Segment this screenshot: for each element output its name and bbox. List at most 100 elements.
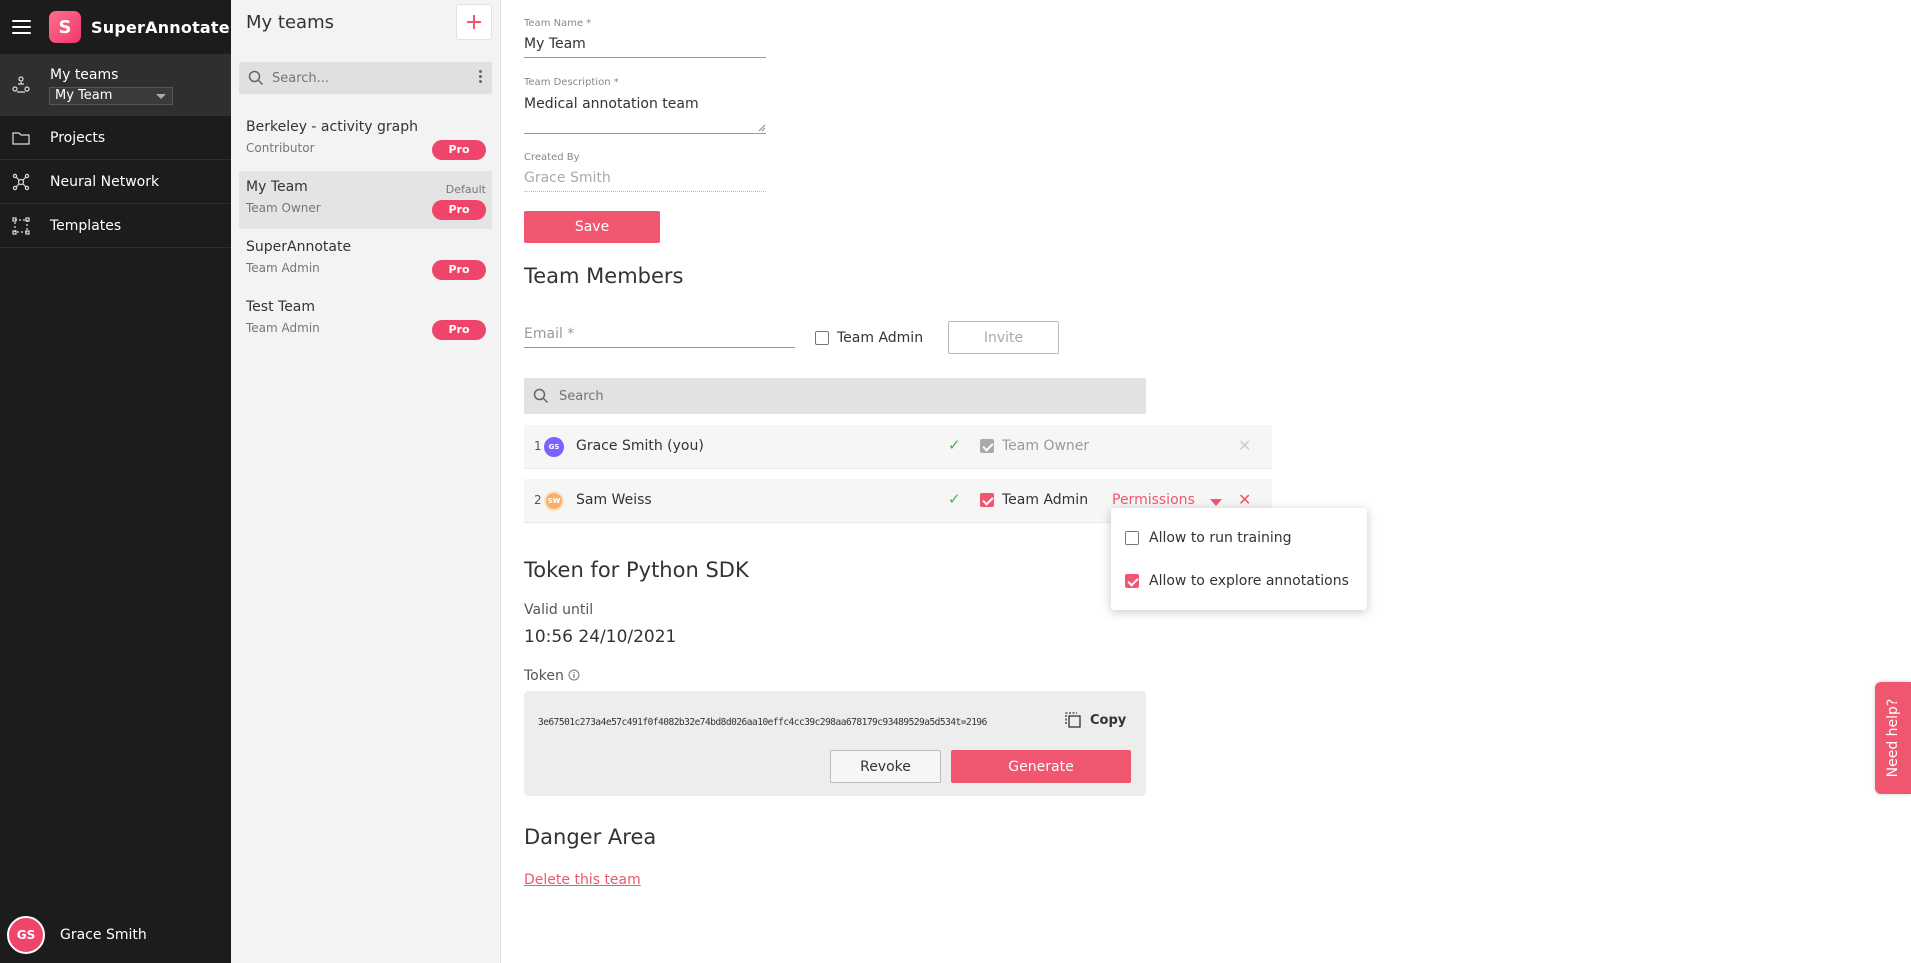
nav-label: Templates [50, 217, 122, 234]
main-nav: S SuperAnnotate My teams My Team Project… [0, 0, 231, 963]
invite-button[interactable]: Invite [948, 321, 1059, 354]
member-index: 1 [534, 439, 542, 453]
search-icon [248, 70, 264, 86]
teams-search [239, 62, 492, 94]
teams-search-input[interactable] [272, 70, 442, 86]
members-search-input[interactable] [559, 388, 959, 404]
nav-item-my-teams[interactable]: My teams My Team [0, 54, 231, 116]
team-select-value: My Team [55, 88, 113, 103]
team-select[interactable]: My Team [49, 87, 173, 105]
team-card-superannotate[interactable]: SuperAnnotate Team Admin Pro [239, 231, 492, 289]
token-box: 3e67501c273a4e57c491f0f4082b32e74bd8d026… [524, 691, 1146, 796]
team-members-title: Team Members [524, 264, 684, 288]
folder-icon [12, 131, 30, 145]
team-name: Berkeley - activity graph [246, 119, 418, 135]
generate-button[interactable]: Generate [951, 750, 1131, 783]
team-description-label: Team Description * [524, 77, 619, 88]
permission-checkbox[interactable] [1125, 574, 1139, 588]
role-checkbox [980, 439, 994, 453]
team-card-test-team[interactable]: Test Team Team Admin Pro [239, 291, 492, 349]
created-by-underline [524, 191, 766, 192]
email-field[interactable]: Email * [524, 326, 574, 342]
team-name: Test Team [246, 299, 316, 315]
need-help-label: Need help? [1885, 698, 1901, 778]
remove-member-icon: ✕ [1238, 436, 1252, 455]
info-icon[interactable] [568, 669, 580, 681]
nav-header: S SuperAnnotate [0, 0, 231, 54]
team-name-label: Team Name * [524, 18, 592, 29]
valid-until-value: 10:56 24/10/2021 [524, 627, 677, 647]
brand-name: SuperAnnotate [91, 17, 230, 37]
search-icon [533, 388, 549, 404]
created-by-value: Grace Smith [524, 170, 611, 186]
email-underline [524, 347, 795, 348]
avatar: GS [7, 916, 45, 954]
permission-label: Allow to explore annotations [1149, 573, 1349, 589]
copy-icon [1065, 712, 1081, 728]
plus-icon [467, 15, 481, 29]
created-by-label: Created By [524, 152, 580, 163]
nav-label: Projects [50, 129, 106, 146]
permission-option-run-training[interactable]: Allow to run training [1125, 528, 1292, 548]
team-card-berkeley[interactable]: Berkeley - activity graph Contributor Pr… [239, 111, 492, 169]
pro-badge: Pro [432, 320, 486, 340]
members-search [524, 378, 1146, 414]
role-checkbox[interactable] [980, 493, 994, 507]
danger-title: Danger Area [524, 825, 657, 849]
check-icon: ✓ [948, 490, 961, 508]
nav-item-projects[interactable]: Projects [0, 116, 231, 160]
pro-badge: Pro [432, 140, 486, 160]
add-team-button[interactable] [456, 4, 492, 40]
nav-item-templates[interactable]: Templates [0, 204, 231, 248]
delete-team-link[interactable]: Delete this team [524, 872, 641, 888]
need-help-button[interactable]: Need help? [1875, 682, 1911, 794]
member-name: Grace Smith (you) [576, 438, 704, 454]
token-value: 3e67501c273a4e57c491f0f4082b32e74bd8d026… [538, 717, 987, 728]
valid-until-label: Valid until [524, 602, 594, 618]
team-settings: Team Name * My Team Team Description * M… [502, 0, 1911, 963]
permission-checkbox[interactable] [1125, 531, 1139, 545]
default-label: Default [445, 183, 486, 196]
team-admin-label: Team Admin [837, 330, 924, 346]
copy-button[interactable]: Copy [1064, 711, 1126, 729]
permissions-popover: Allow to run training Allow to explore a… [1111, 508, 1367, 610]
team-name: SuperAnnotate [246, 239, 352, 255]
pro-badge: Pro [432, 260, 486, 280]
app-root: S SuperAnnotate My teams My Team Project… [0, 0, 1911, 963]
permission-label: Allow to run training [1149, 530, 1292, 546]
teams-icon [12, 75, 30, 93]
token-label-text: Token [524, 668, 564, 684]
check-icon: ✓ [948, 436, 961, 454]
copy-label: Copy [1090, 712, 1127, 728]
nav-item-neural-network[interactable]: Neural Network [0, 160, 231, 204]
user-name: Grace Smith [60, 927, 147, 943]
team-name-field[interactable]: My Team [524, 36, 586, 52]
resize-handle-icon[interactable] [758, 124, 766, 132]
team-description-field[interactable]: Medical annotation team [524, 96, 699, 112]
member-role: Team Admin [1002, 492, 1089, 508]
templates-icon [12, 216, 30, 235]
token-title: Token for Python SDK [524, 558, 749, 582]
teams-panel: My teams Berkeley - activity graph Contr… [231, 0, 501, 963]
remove-member-icon[interactable]: ✕ [1238, 490, 1251, 509]
permission-option-explore-annotations[interactable]: Allow to explore annotations [1125, 571, 1349, 591]
hamburger-menu-icon[interactable] [12, 20, 31, 34]
team-admin-checkbox[interactable] [815, 331, 829, 345]
revoke-button[interactable]: Revoke [830, 750, 941, 783]
member-row: 1 GS Grace Smith (you) ✓ Team Owner ✕ [524, 425, 1272, 469]
nav-user[interactable]: GS Grace Smith [0, 907, 231, 963]
nav-label: Neural Network [50, 173, 160, 190]
more-options-icon[interactable] [479, 70, 482, 83]
nav-label: My teams [50, 67, 119, 83]
token-label: Token [524, 668, 580, 684]
chevron-down-icon [156, 94, 166, 99]
team-card-my-team[interactable]: My Team Team Owner Default Pro [239, 171, 492, 229]
member-name: Sam Weiss [576, 492, 652, 508]
app-logo[interactable]: S [49, 11, 81, 43]
caret-down-icon[interactable] [1210, 499, 1222, 506]
permissions-dropdown[interactable]: Permissions [1112, 492, 1195, 508]
member-index: 2 [534, 493, 542, 507]
avatar: GS [544, 437, 564, 457]
save-button[interactable]: Save [524, 211, 660, 243]
network-icon [12, 173, 30, 190]
